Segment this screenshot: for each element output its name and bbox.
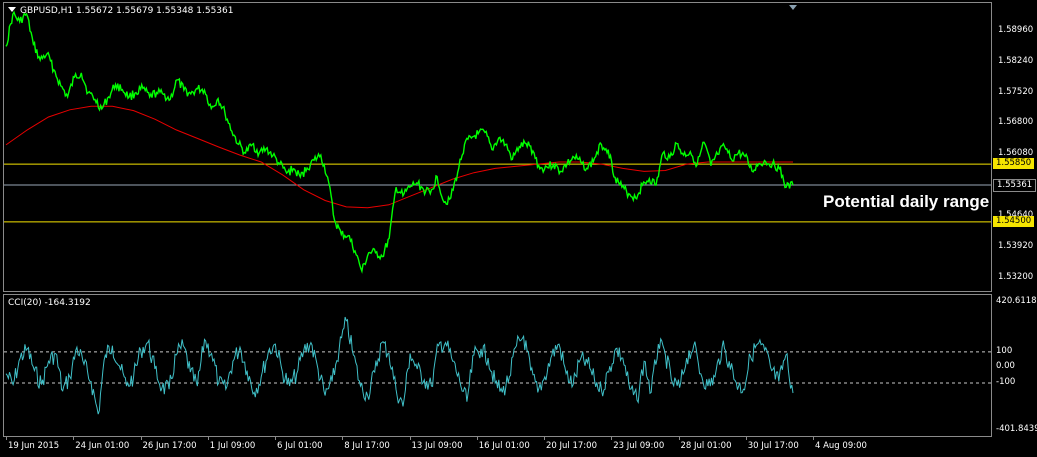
time-tick-mark xyxy=(476,437,478,440)
cci-tick-label: -100 xyxy=(996,377,1016,388)
time-tick-mark xyxy=(140,437,142,440)
time-tick-mark xyxy=(745,437,747,440)
time-tick-label: 1 Jul 09:00 xyxy=(209,441,256,451)
time-tick-mark xyxy=(678,437,680,440)
cci-chart-header: CCI(20) -164.3192 xyxy=(8,298,91,308)
time-tick-mark xyxy=(207,437,209,440)
time-tick-label: 8 Jul 17:00 xyxy=(344,441,390,451)
current-price-tag: 1.55361 xyxy=(993,179,1037,193)
price-line xyxy=(5,10,794,274)
time-tick-mark xyxy=(813,437,814,440)
time-tick-label: 13 Jul 09:00 xyxy=(411,441,463,451)
price-tick-label: 1.53200 xyxy=(998,271,1034,282)
time-tick-mark xyxy=(544,437,545,440)
time-tick-label: 20 Jul 17:00 xyxy=(546,441,597,451)
price-tick-label: 1.57520 xyxy=(998,86,1034,97)
time-tick-mark xyxy=(6,437,7,440)
cci-tick-label: -401.8439 xyxy=(996,424,1037,434)
cci-tick-label: 420.6118 xyxy=(996,296,1037,306)
cci-line xyxy=(5,316,794,415)
cci-tick-label: 100 xyxy=(996,345,1013,356)
price-tick-label: 1.58960 xyxy=(998,24,1034,35)
price-chart-header: GBPUSD,H1 1.55672 1.55679 1.55348 1.5536… xyxy=(8,6,233,16)
time-tick-label: 30 Jul 17:00 xyxy=(747,441,799,451)
time-tick-label: 26 Jun 17:00 xyxy=(142,441,197,451)
cci-tick-label: 0.00 xyxy=(996,361,1015,372)
time-tick-mark xyxy=(611,437,613,440)
chart-shift-marker-icon[interactable] xyxy=(789,5,797,10)
price-chart[interactable]: GBPUSD,H1 1.55672 1.55679 1.55348 1.5536… xyxy=(3,2,992,292)
time-tick-mark xyxy=(409,437,411,440)
time-tick-label: 6 Jul 01:00 xyxy=(277,441,323,451)
cci-plot[interactable] xyxy=(3,294,992,437)
price-level-tag: 1.55850 xyxy=(993,158,1035,170)
time-tick-label: 24 Jun 01:00 xyxy=(75,441,130,451)
price-tick-label: 1.53920 xyxy=(998,240,1034,251)
time-tick-mark xyxy=(275,437,276,440)
price-tick-label: 1.56800 xyxy=(998,117,1034,128)
time-tick-mark xyxy=(73,437,75,440)
price-tick-label: 1.56080 xyxy=(998,148,1034,159)
price-chart-header-text: GBPUSD,H1 1.55672 1.55679 1.55348 1.5536… xyxy=(20,6,234,16)
price-level-tag: 1.54500 xyxy=(993,215,1035,227)
price-plot[interactable] xyxy=(3,2,992,292)
time-tick-label: 4 Aug 09:00 xyxy=(815,441,867,451)
time-tick-mark xyxy=(342,437,344,440)
time-tick-label: 23 Jul 09:00 xyxy=(613,441,665,451)
time-tick-label: 16 Jul 01:00 xyxy=(478,441,530,451)
chart-menu-icon[interactable] xyxy=(8,7,16,12)
time-tick-label: 28 Jul 01:00 xyxy=(680,441,732,451)
time-tick-label: 19 Jun 2015 xyxy=(8,441,60,451)
price-tick-label: 1.58240 xyxy=(998,55,1034,66)
cci-chart[interactable]: CCI(20) -164.3192 xyxy=(3,294,992,437)
daily-range-annotation: Potential daily range xyxy=(823,192,990,211)
